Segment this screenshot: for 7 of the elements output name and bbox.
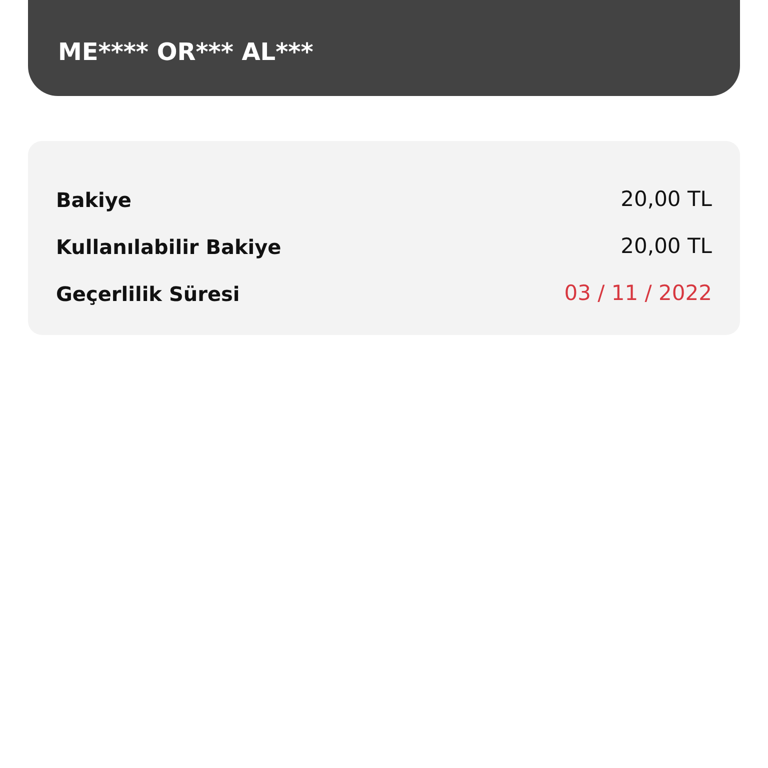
detail-value: 03 / 11 / 2022 [564, 280, 712, 308]
detail-value: 20,00 TL [620, 186, 712, 214]
detail-label: Bakiye [56, 187, 132, 214]
detail-label: Kullanılabilir Bakiye [56, 234, 282, 261]
card-holder-name: ME**** OR*** AL*** [58, 37, 314, 68]
detail-value: 20,00 TL [620, 233, 712, 260]
detail-label: Geçerlilik Süresi [56, 281, 240, 308]
